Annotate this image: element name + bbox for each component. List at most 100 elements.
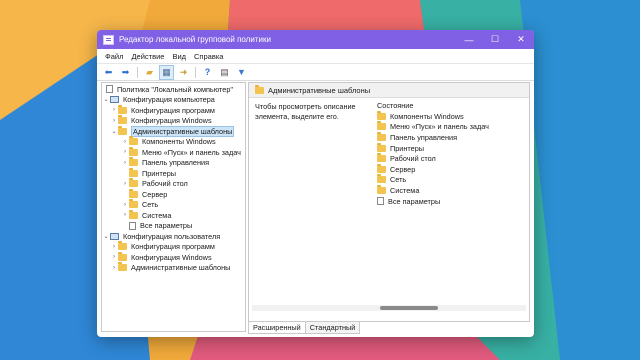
list-item[interactable]: Принтеры — [377, 142, 489, 154]
settings-doc-icon — [377, 197, 384, 206]
properties-icon[interactable]: ▤ — [217, 65, 232, 80]
policy-icon — [106, 85, 113, 94]
folder-icon — [129, 199, 138, 209]
folder-icon — [118, 241, 127, 251]
tree-pane: Политика "Локальный компьютер" ⌄ Конфигур… — [101, 82, 246, 332]
computer-icon — [110, 96, 119, 104]
tree-item-start-menu[interactable]: › Меню «Пуск» и панель задач — [102, 146, 245, 158]
tree-item-admin-templates[interactable]: ⌄ Административные шаблоны — [102, 125, 245, 137]
expand-icon[interactable]: › — [121, 202, 129, 208]
folder-icon — [118, 104, 127, 114]
expand-icon[interactable]: › — [121, 149, 129, 155]
tree-item-user-windows-settings[interactable]: › Конфигурация Windows — [102, 251, 245, 263]
list-item[interactable]: Меню «Пуск» и панель задач — [377, 121, 489, 133]
window-title: Редактор локальной групповой политики — [119, 35, 271, 44]
folder-icon — [377, 131, 386, 141]
user-config-icon — [110, 232, 119, 240]
expand-icon[interactable]: › — [110, 107, 118, 113]
tree-item-system[interactable]: › Система — [102, 209, 245, 221]
tab-extended[interactable]: Расширенный — [248, 322, 306, 334]
folder-icon — [377, 174, 386, 184]
tree-item-user-config[interactable]: ⌄ Конфигурация пользователя — [102, 231, 245, 242]
folder-icon — [129, 209, 138, 219]
list-item[interactable]: Компоненты Windows — [377, 110, 489, 122]
settings-list: Состояние Компоненты Windows Меню «Пуск»… — [377, 100, 489, 206]
list-item[interactable]: Сеть — [377, 174, 489, 186]
folder-icon — [129, 146, 138, 156]
tree-item-local-policy[interactable]: Политика "Локальный компьютер" — [102, 84, 245, 95]
collapse-icon[interactable]: ⌄ — [110, 128, 118, 135]
minimize-button[interactable]: — — [456, 30, 482, 49]
maximize-button[interactable]: ☐ — [482, 30, 508, 49]
list-item[interactable]: Все параметры — [377, 196, 489, 207]
list-item[interactable]: Рабочий стол — [377, 153, 489, 164]
settings-doc-icon — [129, 221, 136, 230]
folder-icon — [118, 125, 127, 135]
collapse-icon[interactable]: ⌄ — [102, 233, 110, 240]
horizontal-scrollbar[interactable] — [252, 305, 526, 311]
toolbar-separator — [137, 66, 138, 78]
view-tabs: Расширенный Стандартный — [248, 322, 361, 334]
tree-item-user-software-settings[interactable]: › Конфигурация программ — [102, 241, 245, 253]
expand-icon[interactable]: › — [110, 244, 118, 250]
expand-icon[interactable]: › — [110, 265, 118, 271]
folder-icon — [118, 251, 127, 261]
export-icon[interactable]: ➜ — [176, 65, 191, 80]
filter-icon[interactable]: ▼ — [234, 65, 249, 80]
folder-icon — [129, 136, 138, 146]
toolbar: ⬅ ➡ ▰ ▦ ➜ ? ▤ ▼ — [97, 64, 534, 81]
expand-icon[interactable]: › — [121, 139, 129, 145]
tree-item-server[interactable]: Сервер — [102, 188, 245, 200]
column-header-state[interactable]: Состояние — [377, 100, 489, 111]
app-icon — [103, 34, 114, 45]
expand-icon[interactable]: › — [121, 160, 129, 166]
details-title: Административные шаблоны — [268, 85, 371, 95]
menu-file[interactable]: Файл — [101, 52, 127, 61]
folder-icon — [118, 262, 127, 272]
expand-icon[interactable]: › — [110, 118, 118, 124]
list-item[interactable]: Система — [377, 184, 489, 196]
help-icon[interactable]: ? — [200, 65, 215, 80]
details-header: Административные шаблоны — [249, 83, 529, 98]
tree-item-windows-components[interactable]: › Компоненты Windows — [102, 136, 245, 148]
back-icon[interactable]: ⬅ — [101, 65, 116, 80]
details-pane: Административные шаблоны Чтобы просмотре… — [248, 82, 530, 322]
list-item[interactable]: Панель управления — [377, 131, 489, 143]
close-button[interactable]: ✕ — [508, 30, 534, 49]
folder-icon — [377, 110, 386, 120]
tree-item-printers[interactable]: Принтеры — [102, 167, 245, 179]
folder-icon — [377, 121, 386, 131]
folder-icon — [377, 153, 386, 163]
tree-item-control-panel[interactable]: › Панель управления — [102, 157, 245, 169]
tree-item-software-settings[interactable]: › Конфигурация программ — [102, 104, 245, 116]
tree-item-all-settings[interactable]: Все параметры — [102, 221, 245, 232]
tree-item-user-admin-templates[interactable]: › Административные шаблоны — [102, 262, 245, 274]
folder-icon — [129, 157, 138, 167]
menu-help[interactable]: Справка — [190, 52, 227, 61]
folder-icon — [255, 84, 264, 94]
tree-item-windows-settings[interactable]: › Конфигурация Windows — [102, 115, 245, 127]
show-hide-tree-icon[interactable]: ▦ — [159, 64, 174, 80]
menu-view[interactable]: Вид — [168, 52, 190, 61]
list-item[interactable]: Сервер — [377, 163, 489, 175]
toolbar-separator — [195, 66, 196, 78]
tab-standard[interactable]: Стандартный — [304, 322, 361, 334]
folder-icon — [377, 184, 386, 194]
folder-icon — [118, 115, 127, 125]
tree-item-network[interactable]: › Сеть — [102, 199, 245, 211]
group-policy-window: Редактор локальной групповой политики — … — [97, 30, 534, 337]
tree-item-desktop[interactable]: › Рабочий стол — [102, 178, 245, 190]
menu-action[interactable]: Действие — [127, 52, 168, 61]
expand-icon[interactable]: › — [121, 212, 129, 218]
forward-icon[interactable]: ➡ — [118, 65, 133, 80]
folder-icon — [377, 163, 386, 173]
expand-icon[interactable]: › — [121, 181, 129, 187]
folder-icon — [377, 142, 386, 152]
title-bar: Редактор локальной групповой политики — … — [97, 30, 534, 49]
scrollbar-thumb[interactable] — [380, 306, 438, 310]
menu-bar: Файл Действие Вид Справка — [97, 49, 534, 64]
folder-up-icon[interactable]: ▰ — [142, 65, 157, 80]
tree-item-computer-config[interactable]: ⌄ Конфигурация компьютера — [102, 95, 245, 106]
collapse-icon[interactable]: ⌄ — [102, 96, 110, 103]
expand-icon[interactable]: › — [110, 254, 118, 260]
